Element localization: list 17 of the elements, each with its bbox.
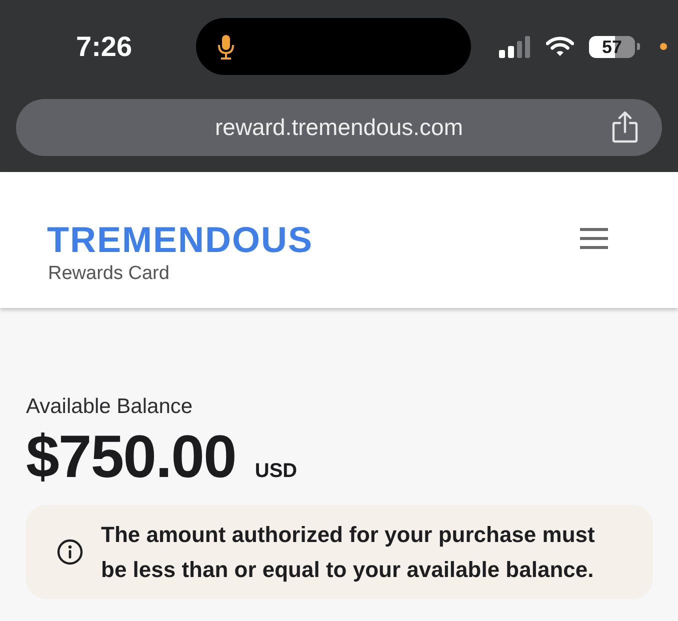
notice-text: The amount authorized for your purchase must be less than or equal to your available balance. xyxy=(101,521,596,584)
info-icon xyxy=(57,539,83,565)
share-icon[interactable] xyxy=(612,111,638,143)
address-bar[interactable]: reward.tremendous.com xyxy=(16,99,662,156)
wifi-icon xyxy=(546,36,574,57)
currency-code: USD xyxy=(254,460,298,483)
logo-subtitle: Rewards Card xyxy=(48,262,170,284)
battery-indicator: 57 xyxy=(589,36,640,58)
privacy-dot-icon xyxy=(660,43,667,50)
signal-icon xyxy=(499,36,531,58)
balance-label: Available Balance xyxy=(26,396,193,417)
microphone-icon xyxy=(217,34,235,60)
brand-logo[interactable]: TREMENDOUS xyxy=(47,222,314,258)
status-time: 7:26 xyxy=(76,30,134,62)
balance-amount: $750.00 xyxy=(26,427,236,487)
url-text[interactable]: reward.tremendous.com xyxy=(215,114,463,141)
menu-icon[interactable] xyxy=(580,228,608,248)
